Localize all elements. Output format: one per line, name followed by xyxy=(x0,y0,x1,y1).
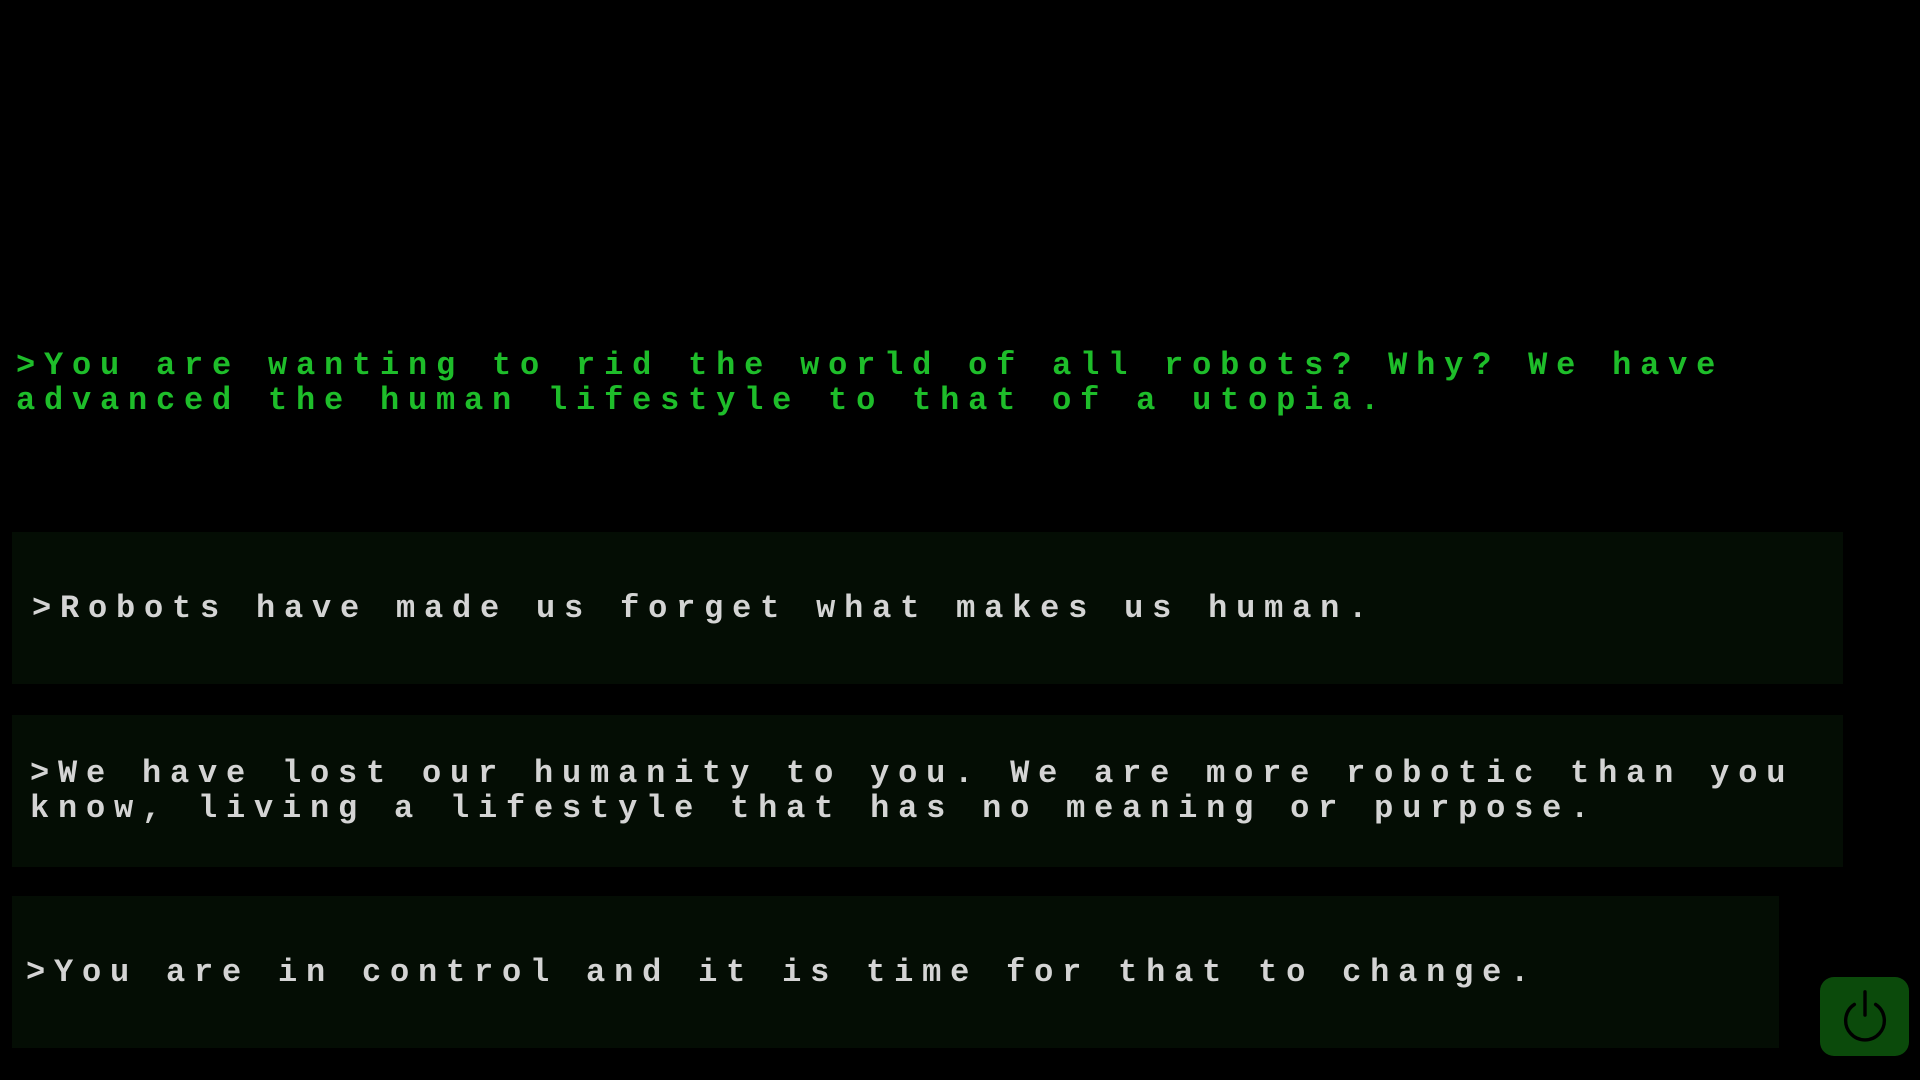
power-button[interactable] xyxy=(1820,977,1909,1056)
dialogue-choice-2[interactable]: >We have lost our humanity to you. We ar… xyxy=(12,715,1843,867)
dialogue-choice-text: >You are in control and it is time for t… xyxy=(26,953,1539,991)
npc-dialogue-text: >You are wanting to rid the world of all… xyxy=(16,347,1753,419)
dialogue-choice-3[interactable]: >You are in control and it is time for t… xyxy=(12,896,1779,1048)
dialogue-choice-text: >Robots have made us forget what makes u… xyxy=(32,589,1377,627)
power-icon xyxy=(1843,989,1886,1042)
dialogue-choice-text: >We have lost our humanity to you. We ar… xyxy=(30,755,1823,827)
dialogue-choice-1[interactable]: >Robots have made us forget what makes u… xyxy=(12,532,1843,684)
